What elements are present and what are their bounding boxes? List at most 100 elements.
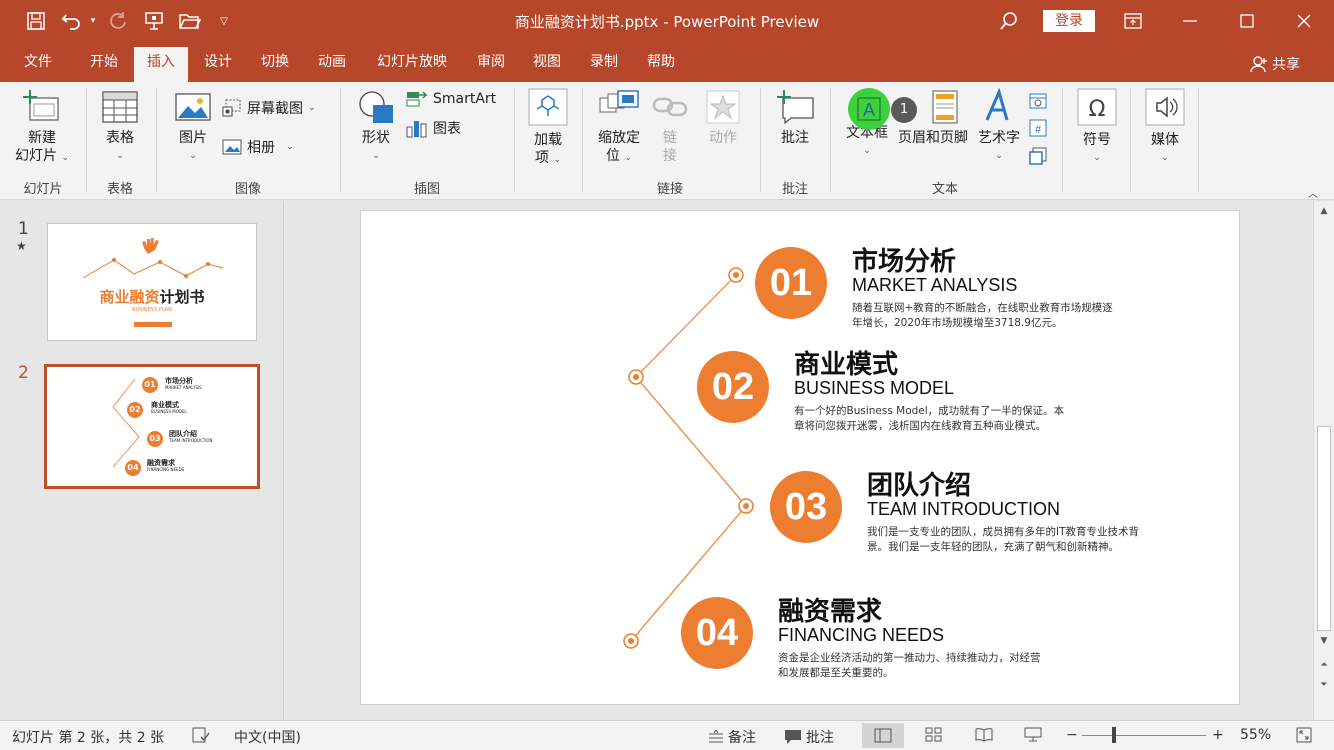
- group-label-comments: 批注: [781, 182, 808, 197]
- open-folder-icon[interactable]: [176, 0, 204, 42]
- link-button: 链 接: [652, 90, 688, 165]
- addins-button[interactable]: 加载 项 ⌄: [524, 88, 572, 169]
- slide-sorter-icon[interactable]: [925, 727, 943, 742]
- new-slide-button[interactable]: 新建 幻灯片 ⌄: [12, 90, 72, 167]
- header-footer-label: 页眉和页脚: [898, 130, 968, 146]
- minimize-icon[interactable]: [1162, 0, 1218, 42]
- datetime-icon[interactable]: [1028, 90, 1048, 114]
- tab-insert[interactable]: 插入: [134, 47, 188, 82]
- tab-transitions[interactable]: 切换: [249, 42, 301, 82]
- photo-album-button[interactable]: 相册 ⌄: [222, 137, 294, 157]
- undo-icon[interactable]: [58, 0, 86, 42]
- zoom-out-icon[interactable]: −: [1066, 727, 1078, 743]
- scrollbar-thumb[interactable]: [1317, 426, 1331, 631]
- slide-canvas[interactable]: 01 市场分析 MARKET ANALYSIS 随着互联网+教育的不断融合，在线…: [360, 210, 1240, 705]
- tab-home[interactable]: 开始: [76, 42, 132, 82]
- customize-qat-icon[interactable]: ▽: [214, 0, 234, 42]
- link-icon: [652, 97, 688, 117]
- accessibility-icon[interactable]: [192, 727, 210, 743]
- ribbon-tabs: 文件 开始 插入 设计 切换 动画 幻灯片放映 审阅 视图 录制 帮助 共享: [0, 42, 1334, 82]
- tab-view[interactable]: 视图: [522, 42, 572, 82]
- search-icon[interactable]: [995, 0, 1023, 42]
- zoom-in-icon[interactable]: +: [1212, 727, 1224, 743]
- previous-slide-icon[interactable]: ⏶: [1314, 657, 1334, 673]
- thumb1-zigzag-line: [82, 258, 224, 279]
- zoom-label-2: 位: [606, 148, 620, 164]
- thumb1-bar: [134, 322, 172, 327]
- slide-thumbnail-2[interactable]: 01 市场分析 MARKET ANALYSIS 02 商业模式 BUSINESS…: [44, 364, 260, 489]
- photo-album-label: 相册: [247, 140, 275, 156]
- comments-button[interactable]: 批注: [784, 727, 834, 747]
- new-slide-icon: [23, 90, 59, 121]
- next-slide-icon[interactable]: ⏷: [1314, 677, 1334, 693]
- thumb2-sub-1: MARKET ANALYSIS: [165, 385, 202, 390]
- media-button[interactable]: 媒体 ⌄: [1142, 88, 1188, 167]
- normal-view-button[interactable]: [862, 723, 904, 748]
- item-desc-03: 我们是一支专业的团队，成员拥有多年的IT教育专业技术背 景。我们是一支年轻的团队，…: [867, 526, 1140, 553]
- textbox-icon: A: [857, 97, 881, 121]
- zoom-slider-track[interactable]: [1082, 735, 1206, 736]
- close-icon[interactable]: [1276, 0, 1332, 42]
- group-label-links: 链接: [656, 182, 683, 197]
- symbol-button[interactable]: Ω 符号 ⌄: [1074, 88, 1120, 167]
- slideshow-view-icon[interactable]: [1024, 727, 1042, 742]
- slide-count-status: 幻灯片 第 2 张，共 2 张: [12, 730, 165, 746]
- table-button[interactable]: 表格 ⌄: [96, 90, 144, 165]
- smartart-label: SmartArt: [433, 91, 497, 107]
- language-status[interactable]: 中文(中国): [234, 727, 301, 747]
- new-slide-label-2: 幻灯片: [15, 148, 57, 164]
- tab-design[interactable]: 设计: [192, 42, 244, 82]
- comment-label: 批注: [781, 130, 809, 146]
- slide-thumbnail-1[interactable]: 商业融资计划书 BUSINESS PLAN: [47, 223, 257, 341]
- zoom-percentage[interactable]: 55%: [1240, 727, 1271, 743]
- notes-button[interactable]: 备注: [708, 727, 756, 747]
- zoom-slider-thumb[interactable]: [1112, 727, 1116, 743]
- tab-help[interactable]: 帮助: [636, 42, 686, 82]
- comment-button[interactable]: 批注: [770, 90, 820, 147]
- svg-text:#: #: [1035, 124, 1042, 136]
- tab-slideshow[interactable]: 幻灯片放映: [366, 42, 458, 82]
- collapse-ribbon-icon[interactable]: ︿: [1308, 185, 1318, 200]
- title-bar: ▾ ▽ 商业融资计划书.pptx - PowerPoint Preview 登录: [0, 0, 1334, 42]
- vertical-scrollbar[interactable]: ▲ ▼ ⏶ ⏷: [1313, 201, 1334, 720]
- slide-number-1: 1: [18, 219, 29, 239]
- zoom-button[interactable]: 缩放定 位 ⌄: [592, 90, 646, 167]
- share-button[interactable]: 共享: [1250, 54, 1300, 74]
- group-label-slides: 幻灯片: [23, 182, 63, 197]
- thumb1-title: 商业融资计划书: [99, 288, 205, 306]
- textbox-button[interactable]: A 文本框 ⌄: [840, 88, 894, 160]
- scroll-up-icon[interactable]: ▲: [1314, 203, 1334, 219]
- reading-view-icon[interactable]: [975, 727, 993, 742]
- notes-label: 备注: [728, 730, 756, 746]
- item-title-03: 团队介绍: [867, 471, 972, 501]
- undo-dropdown-icon[interactable]: ▾: [86, 0, 100, 42]
- action-label: 动作: [709, 130, 737, 146]
- tab-animations[interactable]: 动画: [306, 42, 358, 82]
- ribbon-insert: 新建 幻灯片 ⌄ 幻灯片 表格 ⌄ 表格 图片 ⌄ 屏幕截图 ⌄ 相册 ⌄ 图像 形…: [0, 82, 1334, 200]
- action-icon: [706, 90, 740, 124]
- shapes-button[interactable]: 形状 ⌄: [354, 90, 398, 165]
- item-number-03: 03: [770, 471, 842, 543]
- picture-button[interactable]: 图片 ⌄: [170, 90, 216, 165]
- chart-button[interactable]: 图表: [406, 118, 461, 138]
- save-icon[interactable]: [22, 0, 50, 42]
- object-icon[interactable]: [1028, 146, 1048, 170]
- tab-record[interactable]: 录制: [579, 42, 629, 82]
- smartart-button[interactable]: SmartArt: [406, 90, 496, 108]
- header-footer-button[interactable]: 页眉和页脚: [894, 90, 972, 147]
- addins-label: 加载: [534, 132, 562, 148]
- maximize-icon[interactable]: [1219, 0, 1275, 42]
- ribbon-display-icon[interactable]: [1105, 0, 1161, 42]
- tab-file[interactable]: 文件: [10, 42, 66, 82]
- redo-icon: [104, 0, 132, 42]
- picture-label: 图片: [179, 130, 207, 146]
- wordart-button[interactable]: 艺术字 ⌄: [974, 87, 1024, 165]
- share-label: 共享: [1272, 57, 1300, 73]
- login-button[interactable]: 登录: [1043, 10, 1095, 32]
- tab-review[interactable]: 审阅: [466, 42, 516, 82]
- fit-to-window-icon[interactable]: [1296, 727, 1312, 743]
- present-icon[interactable]: [140, 0, 168, 42]
- screenshot-button[interactable]: 屏幕截图 ⌄: [222, 98, 316, 118]
- slide-number-icon[interactable]: #: [1028, 118, 1048, 142]
- scroll-down-icon[interactable]: ▼: [1314, 633, 1334, 649]
